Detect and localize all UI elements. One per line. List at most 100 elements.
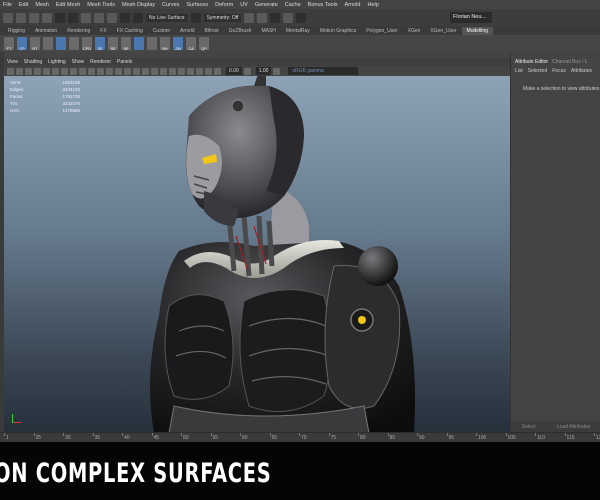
viewport-menu-renderer[interactable]: Renderer: [90, 59, 111, 65]
viewport-menu-show[interactable]: Show: [72, 59, 85, 65]
robot-bust-model[interactable]: [4, 76, 510, 433]
shelf-tab-gozbrush[interactable]: GoZBrush: [224, 27, 257, 35]
bh-icon[interactable]: BH: [160, 37, 170, 51]
viewport-menu-lighting[interactable]: Lighting: [48, 59, 66, 65]
a2-icon[interactable]: [56, 37, 66, 50]
select-hierarchy-button[interactable]: [81, 12, 91, 23]
menu-mesh-display[interactable]: Mesh Display: [122, 2, 155, 8]
live-surface-field[interactable]: No Live Surface: [146, 13, 188, 22]
a1-icon[interactable]: [43, 37, 53, 50]
render-button[interactable]: [244, 12, 255, 23]
se2-icon[interactable]: SE: [108, 37, 118, 51]
menu-uv[interactable]: UV: [240, 2, 248, 8]
color-manage-icon[interactable]: [273, 67, 281, 75]
xray-icon[interactable]: [196, 67, 203, 75]
menu-bonus-tools[interactable]: Bonus Tools: [308, 2, 338, 8]
panel-menu-attributes[interactable]: Attributes: [571, 68, 592, 74]
shadows-icon[interactable]: [151, 67, 158, 75]
redo-button[interactable]: [68, 12, 78, 23]
undo-button[interactable]: [55, 12, 65, 23]
symmetry-dropdown[interactable]: Symmetry: Off: [203, 13, 242, 22]
shelf-tab-xgen[interactable]: XGen: [403, 27, 426, 35]
safe-action-icon[interactable]: [88, 67, 95, 75]
xray-joints-icon[interactable]: [205, 67, 212, 75]
shelf-tab-rigging[interactable]: Rigging: [3, 27, 30, 35]
cp-icon[interactable]: CP: [17, 37, 27, 51]
rt-icon[interactable]: RT: [30, 37, 40, 51]
bookmarks-icon[interactable]: [25, 67, 32, 75]
cpd-icon[interactable]: CPD: [82, 37, 92, 51]
snap-curve-button[interactable]: [133, 12, 143, 23]
open-scene-button[interactable]: [29, 12, 39, 23]
camera-lock-icon[interactable]: [16, 67, 23, 75]
menu-file[interactable]: File: [3, 2, 12, 8]
snap-point-button[interactable]: [190, 12, 201, 23]
shelf-tab-fx-caching[interactable]: FX Caching: [112, 27, 148, 35]
panel-tab-1[interactable]: Channel Box / L: [552, 59, 588, 65]
panel-menu-list[interactable]: List: [515, 68, 523, 74]
textured-icon[interactable]: [133, 67, 140, 75]
time-slider[interactable]: 1 25 30 35 40 45 50 55 60 65 70 75 80 85 90 95 100 105 110…: [0, 432, 600, 442]
a3-icon[interactable]: [69, 37, 79, 50]
select-object-button[interactable]: [94, 12, 104, 23]
xray-components-icon[interactable]: [214, 67, 221, 75]
film-gate-icon[interactable]: [52, 67, 59, 75]
user-dropdown[interactable]: Florian Neu...: [450, 12, 492, 23]
isolate-icon[interactable]: [187, 67, 194, 75]
gamma-field[interactable]: 1.00: [255, 67, 272, 75]
panel-menu-focus[interactable]: Focus: [552, 68, 566, 74]
gamma-icon[interactable]: [243, 67, 251, 75]
gate-mask-icon[interactable]: [70, 67, 77, 75]
qp-icon[interactable]: QP: [199, 37, 209, 51]
wireframe-icon[interactable]: [106, 67, 113, 75]
menu-arnold[interactable]: Arnold: [345, 2, 361, 8]
a5-icon[interactable]: [147, 37, 157, 50]
hypershade-button[interactable]: [283, 12, 294, 23]
menu-edit-mesh[interactable]: Edit Mesh: [56, 2, 80, 8]
panel-tab-0[interactable]: Attribute Editor: [515, 59, 548, 65]
panel-button-1[interactable]: Load Attributes: [557, 424, 590, 430]
ca-icon[interactable]: CA: [186, 37, 196, 51]
viewport-menu-view[interactable]: View: [7, 59, 18, 65]
menu-edit[interactable]: Edit: [19, 2, 28, 8]
shelf-tab-xgen-user[interactable]: XGen_User: [425, 27, 461, 35]
menu-cache[interactable]: Cache: [285, 2, 301, 8]
shelf-tab-arnold[interactable]: Arnold: [175, 27, 199, 35]
menu-deform[interactable]: Deform: [215, 2, 233, 8]
render-settings-button[interactable]: [270, 12, 281, 23]
a4-icon[interactable]: [134, 37, 144, 50]
menu-generate[interactable]: Generate: [255, 2, 278, 8]
panel-button-0[interactable]: Select: [522, 424, 536, 430]
antialias-icon[interactable]: [178, 67, 185, 75]
ft-icon[interactable]: FT: [4, 37, 14, 51]
zm-icon[interactable]: ZM: [173, 37, 183, 51]
menu-mesh[interactable]: Mesh: [35, 2, 48, 8]
color-space-dropdown[interactable]: sRGB gamma: [288, 67, 359, 75]
menu-help[interactable]: Help: [367, 2, 378, 8]
field-chart-icon[interactable]: [79, 67, 86, 75]
snap-grid-button[interactable]: [120, 12, 130, 23]
viewport-menu-shading[interactable]: Shading: [24, 59, 42, 65]
se-icon[interactable]: SE: [95, 37, 105, 51]
menu-surfaces[interactable]: Surfaces: [186, 2, 208, 8]
shelf-tab-mash[interactable]: MASH: [256, 27, 280, 35]
shelf-tab-modelling[interactable]: Modelling: [461, 26, 493, 35]
new-scene-button[interactable]: [16, 12, 26, 23]
shelf-tab-fx[interactable]: FX: [95, 27, 111, 35]
image-plane-icon[interactable]: [34, 67, 41, 75]
lights-icon[interactable]: [142, 67, 149, 75]
viewport-3d[interactable]: Verts: 1563158 Edges: 3434120 Faces: 1791735 T…: [4, 76, 510, 433]
shelf-tab-rendering[interactable]: Rendering: [62, 27, 95, 35]
exposure-field[interactable]: 0.00: [226, 67, 242, 75]
resolution-gate-icon[interactable]: [61, 67, 68, 75]
motion-blur-icon[interactable]: [169, 67, 176, 75]
shelf-tab-bifrost[interactable]: Bifrost: [199, 27, 223, 35]
select-component-button[interactable]: [107, 12, 117, 23]
panel-menu-selected[interactable]: Selected: [528, 68, 547, 74]
wireframe-on-shaded-icon[interactable]: [124, 67, 131, 75]
render-view-button[interactable]: [296, 12, 307, 23]
save-scene-button[interactable]: [42, 12, 52, 23]
shelf-tab-animation[interactable]: Animation: [30, 27, 62, 35]
menu-curves[interactable]: Curves: [162, 2, 179, 8]
smooth-shade-icon[interactable]: [115, 67, 122, 75]
